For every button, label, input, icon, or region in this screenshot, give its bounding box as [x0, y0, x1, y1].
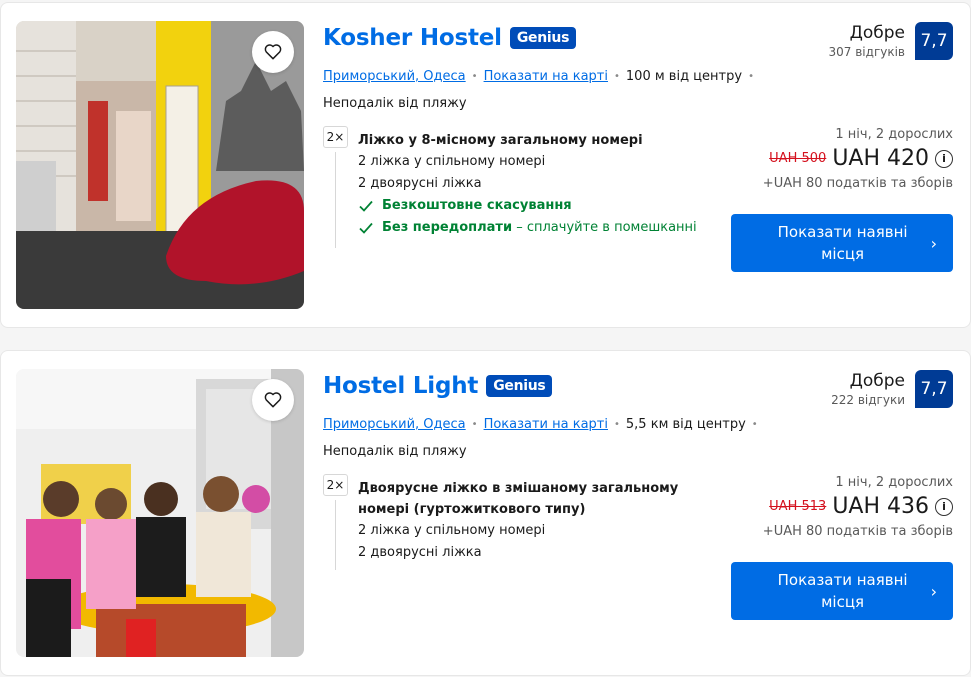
property-name-link[interactable]: Hostel Light: [323, 373, 478, 399]
room-detail: 2 ліжка у спільному номері: [358, 154, 546, 169]
show-availability-button[interactable]: Показати наявні місця ›: [731, 214, 953, 272]
property-name-link[interactable]: Kosher Hostel: [323, 25, 502, 51]
save-heart-button[interactable]: [252, 379, 294, 421]
location-row: Приморський, Одеса • Показати на карті •…: [323, 69, 754, 84]
review-count: 222 відгуки: [831, 393, 905, 407]
heart-icon: [264, 392, 282, 408]
review-score[interactable]: Добре 307 відгуків 7,7: [829, 22, 953, 60]
room-title: Двоярусне ліжко в змішаному загальному н…: [358, 481, 679, 517]
original-price: UAH 500: [769, 151, 827, 166]
check-icon: [359, 200, 373, 212]
chevron-right-icon: ›: [930, 233, 937, 253]
separator-dot: •: [748, 71, 754, 82]
genius-badge: Genius: [509, 27, 577, 49]
save-heart-button[interactable]: [252, 31, 294, 73]
check-icon: [359, 222, 373, 234]
score-badge: 7,7: [915, 370, 953, 408]
room-divider: [335, 152, 336, 248]
room-detail: 2 двоярусні ліжка: [358, 545, 482, 560]
info-icon[interactable]: i: [935, 149, 953, 168]
separator-dot: •: [614, 71, 620, 82]
room-quantity: 2×: [323, 474, 348, 496]
free-cancellation-perk: Безкоштовне скасування: [358, 195, 698, 217]
property-card: Hostel Light Genius Приморський, Одеса •…: [0, 350, 971, 676]
genius-badge: Genius: [486, 375, 553, 397]
taxes-text: +UAH 80 податків та зборів: [762, 524, 953, 539]
distance-text: 5,5 км від центру: [625, 417, 746, 432]
taxes-text: +UAH 80 податків та зборів: [762, 176, 953, 191]
separator-dot: •: [471, 419, 478, 430]
property-photo[interactable]: [16, 21, 304, 309]
review-count: 307 відгуків: [828, 45, 905, 59]
property-card: Kosher Hostel Genius Приморський, Одеса …: [0, 2, 971, 328]
review-word: Добре: [849, 371, 905, 391]
separator-dot: •: [471, 71, 478, 82]
property-photo[interactable]: [16, 369, 304, 657]
price-block: 1 ніч, 2 дорослих UAH 500 UAH 420 i +UAH…: [763, 127, 953, 191]
no-prepayment-perk: Без передоплати – сплачуйте в помешканні: [358, 217, 698, 239]
stay-length: 1 ніч, 2 дорослих: [835, 475, 953, 490]
show-on-map-link[interactable]: Показати на карті: [484, 69, 608, 84]
heart-icon: [264, 44, 282, 60]
review-word: Добре: [849, 23, 905, 43]
price-block: 1 ніч, 2 дорослих UAH 513 UAH 436 i +UAH…: [763, 475, 953, 539]
room-quantity: 2×: [323, 126, 348, 148]
score-badge: 7,7: [915, 22, 953, 60]
room-detail: 2 двоярусні ліжка: [358, 176, 482, 191]
room-title: Ліжко у 8-місному загальному номері: [358, 133, 643, 148]
separator-dot: •: [751, 419, 758, 430]
show-availability-button[interactable]: Показати наявні місця ›: [731, 562, 953, 620]
chevron-right-icon: ›: [930, 581, 937, 601]
room-detail: 2 ліжка у спільному номері: [358, 523, 546, 538]
district-link[interactable]: Приморський, Одеса: [323, 69, 466, 84]
distance-text: 100 м від центру: [625, 69, 743, 84]
title-row: Hostel Light Genius: [323, 373, 553, 399]
beach-text: Неподалік від пляжу: [323, 96, 467, 111]
district-link[interactable]: Приморський, Одеса: [323, 417, 466, 432]
info-icon[interactable]: i: [935, 497, 953, 516]
location-row: Приморський, Одеса • Показати на карті •…: [323, 417, 758, 432]
room-divider: [335, 500, 336, 570]
discounted-price: UAH 436: [832, 494, 929, 519]
stay-length: 1 ніч, 2 дорослих: [835, 127, 953, 142]
beach-text: Неподалік від пляжу: [323, 444, 467, 459]
title-row: Kosher Hostel Genius: [323, 25, 577, 51]
discounted-price: UAH 420: [832, 146, 929, 171]
original-price: UAH 513: [769, 499, 827, 514]
show-on-map-link[interactable]: Показати на карті: [484, 417, 608, 432]
review-score[interactable]: Добре 222 відгуки 7,7: [831, 370, 953, 408]
separator-dot: •: [614, 419, 620, 430]
